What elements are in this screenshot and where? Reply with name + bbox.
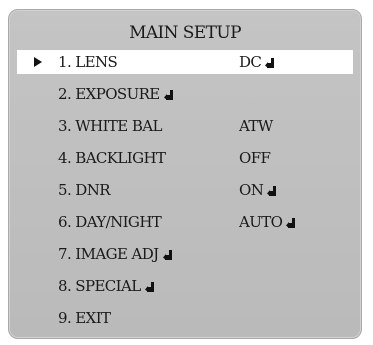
- menu-item-value: ATW: [239, 117, 273, 135]
- menu-item-label: 6. DAY/NIGHT: [58, 213, 162, 231]
- enter-icon: [163, 90, 173, 100]
- main-setup-menu: MAIN SETUP 1. LENS DC 2. EXPOSURE 3. WHI…: [8, 9, 362, 339]
- enter-icon: [162, 250, 172, 260]
- menu-item-day-night[interactable]: 6. DAY/NIGHT AUTO: [17, 210, 353, 234]
- menu-item-exposure[interactable]: 2. EXPOSURE: [17, 82, 353, 106]
- menu-item-label: 5. DNR: [58, 181, 111, 199]
- enter-icon: [286, 218, 296, 228]
- menu-item-exit[interactable]: 9. EXIT: [17, 306, 353, 330]
- menu-item-value: DC: [239, 53, 275, 71]
- enter-icon: [144, 282, 154, 292]
- menu-item-dnr[interactable]: 5. DNR ON: [17, 178, 353, 202]
- menu-item-label: 2. EXPOSURE: [58, 85, 173, 103]
- menu-item-white-bal[interactable]: 3. WHITE BAL ATW: [17, 114, 353, 138]
- menu-item-label: 1. LENS: [58, 53, 118, 71]
- menu-item-value: OFF: [239, 149, 271, 167]
- menu-item-label: 3. WHITE BAL: [58, 117, 162, 135]
- menu-item-image-adj[interactable]: 7. IMAGE ADJ: [17, 242, 353, 266]
- menu-item-backlight[interactable]: 4. BACKLIGHT OFF: [17, 146, 353, 170]
- menu-item-special[interactable]: 8. SPECIAL: [17, 274, 353, 298]
- menu-item-label: 9. EXIT: [58, 309, 111, 327]
- menu-item-lens[interactable]: 1. LENS DC: [17, 50, 353, 74]
- menu-item-label: 4. BACKLIGHT: [58, 149, 166, 167]
- selection-arrow-icon: [34, 57, 42, 67]
- menu-item-value: ON: [239, 181, 277, 199]
- menu-item-value: AUTO: [239, 213, 296, 231]
- menu-item-label: 7. IMAGE ADJ: [58, 245, 172, 263]
- enter-icon: [265, 58, 275, 68]
- menu-item-label: 8. SPECIAL: [58, 277, 154, 295]
- enter-icon: [267, 186, 277, 196]
- menu-title: MAIN SETUP: [129, 23, 241, 43]
